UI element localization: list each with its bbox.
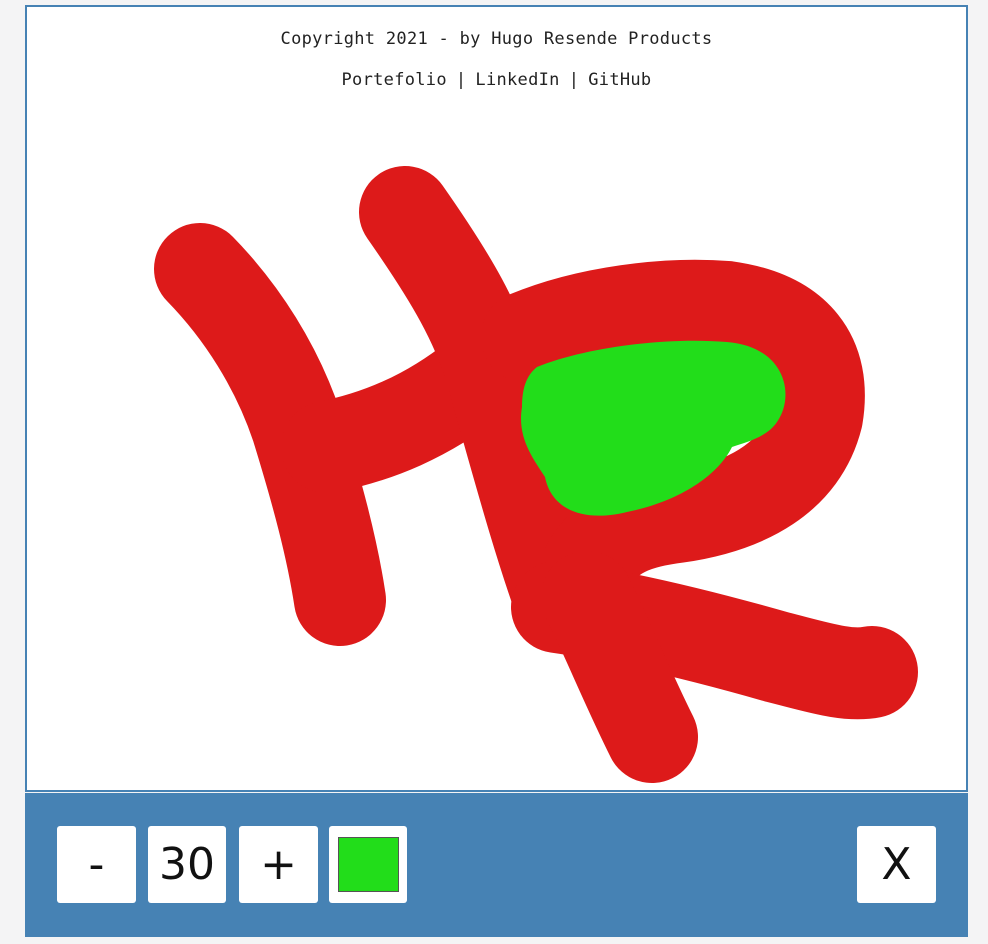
decrease-size-button[interactable]: - [57, 826, 136, 903]
footer-links: Portefolio | LinkedIn | GitHub [27, 70, 966, 90]
link-separator: | [455, 70, 467, 90]
increase-size-button[interactable]: + [239, 826, 318, 903]
clear-button[interactable]: X [857, 826, 936, 903]
color-picker-button[interactable] [329, 826, 407, 903]
linkedin-link[interactable]: LinkedIn [475, 70, 559, 90]
color-swatch [337, 837, 399, 892]
copyright-text: Copyright 2021 - by Hugo Resende Product… [280, 29, 713, 49]
portfolio-link[interactable]: Portefolio [342, 70, 447, 90]
link-separator: | [568, 70, 580, 90]
brush-size-display: 30 [148, 826, 226, 903]
drawing-canvas[interactable]: Copyright 2021 - by Hugo Resende Product… [25, 5, 968, 792]
red-stroke-r-tail [541, 551, 698, 783]
toolbar: - 30 + X [25, 793, 968, 937]
github-link[interactable]: GitHub [588, 70, 651, 90]
canvas-drawing [154, 166, 918, 783]
